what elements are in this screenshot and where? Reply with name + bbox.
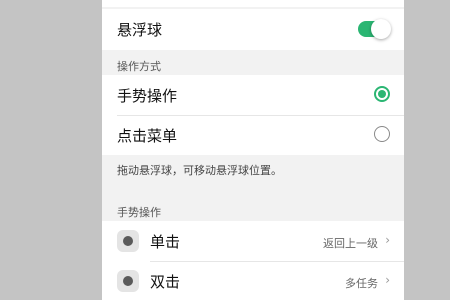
double-tap-value: 多任务 bbox=[345, 277, 378, 290]
radio-gesture-selected[interactable] bbox=[374, 86, 390, 102]
previous-row-edge bbox=[102, 0, 404, 7]
floating-ball-label: 悬浮球 bbox=[117, 21, 163, 39]
single-tap-label: 单击 bbox=[150, 233, 181, 251]
option-menu-row[interactable]: 点击菜单 bbox=[102, 116, 404, 155]
single-tap-icon bbox=[117, 230, 139, 252]
option-gesture-row[interactable]: 手势操作 bbox=[102, 75, 404, 115]
left-backdrop bbox=[0, 0, 102, 300]
gesture-double-tap-row[interactable]: 双击 多任务 › bbox=[102, 262, 404, 300]
double-tap-label: 双击 bbox=[150, 273, 181, 291]
chevron-right-icon: › bbox=[385, 273, 390, 287]
operation-mode-header: 操作方式 bbox=[117, 60, 161, 73]
double-tap-icon bbox=[117, 270, 139, 292]
floating-ball-row[interactable]: 悬浮球 bbox=[102, 9, 404, 50]
toggle-knob bbox=[371, 19, 391, 39]
option-menu-label: 点击菜单 bbox=[117, 127, 178, 145]
chevron-right-icon: › bbox=[385, 233, 390, 247]
single-tap-value: 返回上一级 bbox=[323, 237, 378, 250]
gestures-header: 手势操作 bbox=[117, 206, 161, 219]
settings-screen: 悬浮球 操作方式 手势操作 点击菜单 拖动悬浮球，可移动悬浮球位置。 手势操作 … bbox=[102, 0, 404, 300]
floating-ball-toggle[interactable] bbox=[358, 19, 391, 39]
gesture-single-tap-row[interactable]: 单击 返回上一级 › bbox=[102, 221, 404, 261]
right-backdrop bbox=[404, 0, 450, 300]
drag-hint-text: 拖动悬浮球，可移动悬浮球位置。 bbox=[117, 164, 282, 177]
radio-menu-unselected[interactable] bbox=[374, 126, 390, 142]
option-gesture-label: 手势操作 bbox=[117, 87, 178, 105]
